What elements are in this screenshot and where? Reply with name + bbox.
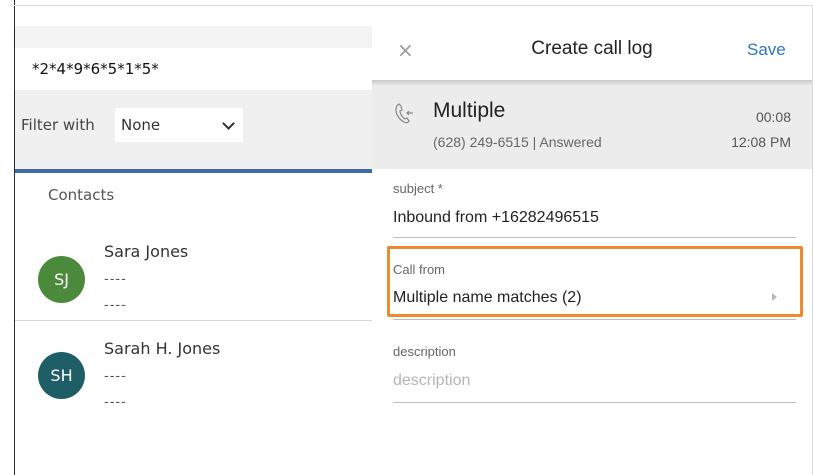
contact-detail-line: ---- (104, 272, 127, 287)
chevron-right-icon[interactable] (772, 293, 777, 301)
filter-label: Filter with (21, 116, 95, 134)
contact-detail-line: ---- (104, 369, 127, 384)
call-log-panel: × Create call log Save Multiple (628) 24… (372, 6, 812, 475)
filter-selected-value: None (121, 116, 161, 134)
contact-item-sarah-h-jones[interactable]: SH Sarah H. Jones ---- ---- (15, 320, 372, 418)
contacts-panel: *2*4*9*6*5*1*5* Filter with None Contact… (15, 6, 372, 475)
description-input[interactable] (393, 372, 796, 390)
contact-name: Sarah H. Jones (104, 339, 221, 358)
subject-field[interactable]: Inbound from +16282496515 (393, 209, 599, 227)
call-details: (628) 249-6515 | Answered (433, 134, 602, 150)
contact-item-sara-jones[interactable]: SJ Sara Jones ---- ---- (15, 222, 372, 320)
incoming-call-icon (395, 103, 413, 124)
save-button[interactable]: Save (747, 40, 786, 60)
filter-underline (15, 169, 372, 173)
app-frame: *2*4*9*6*5*1*5* Filter with None Contact… (0, 0, 813, 475)
call-from-selector[interactable]: Multiple name matches (2) (393, 289, 582, 307)
panel-top-strip (15, 26, 372, 48)
avatar: SJ (38, 256, 85, 303)
call-from-underline (393, 319, 796, 320)
contact-detail-line: ---- (104, 395, 127, 410)
call-duration: 00:08 (755, 109, 791, 125)
call-from-label: Call from (393, 262, 446, 277)
subject-underline (393, 237, 796, 238)
avatar: SH (38, 352, 85, 399)
filter-bar: Filter with None (15, 90, 372, 169)
contacts-section-title: Contacts (48, 186, 115, 204)
filter-dropdown[interactable]: None (115, 108, 243, 142)
subject-label: subject * (393, 181, 443, 196)
description-underline (393, 402, 796, 403)
contact-detail-line: ---- (104, 298, 127, 313)
call-info-card: Multiple (628) 249-6515 | Answered 00:08… (372, 85, 812, 169)
dialed-number-display[interactable]: *2*4*9*6*5*1*5* (15, 48, 372, 90)
description-label: description (393, 344, 456, 359)
call-log-header: × Create call log Save (372, 6, 812, 80)
contact-name: Sara Jones (104, 242, 189, 261)
page-title: Create call log (531, 38, 653, 59)
chevron-down-icon (222, 117, 235, 130)
call-time: 12:08 PM (731, 134, 791, 150)
caller-name: Multiple (433, 99, 506, 122)
